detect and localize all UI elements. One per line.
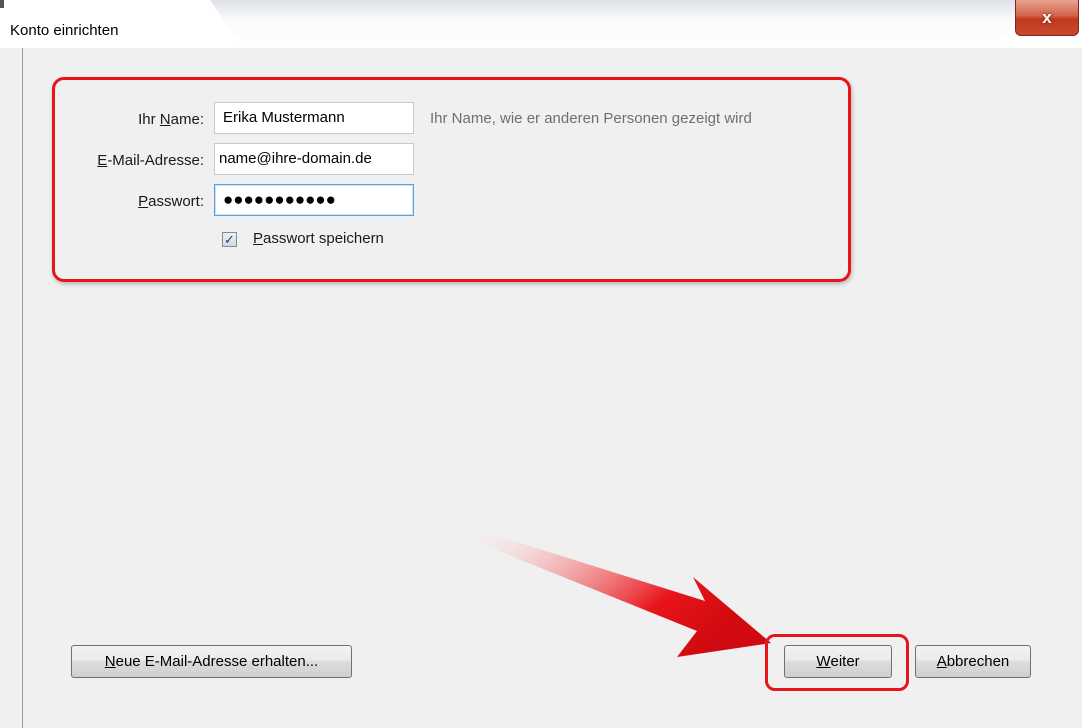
save-password-label[interactable]: Passwort speichern (253, 230, 384, 247)
window-frame-left (0, 48, 22, 728)
name-hint: Ihr Name, wie er anderen Personen gezeig… (430, 110, 752, 127)
password-input[interactable]: ●●●●●●●●●●● (214, 184, 414, 216)
title-bar-glass (210, 0, 1030, 48)
password-input-value: ●●●●●●●●●●● (223, 190, 336, 209)
password-label-accel: P (138, 193, 149, 210)
name-label-post: ame: (170, 111, 204, 128)
new-email-address-button[interactable]: Neue E-Mail-Adresse erhalten... (71, 645, 352, 678)
red-arrow-icon (459, 525, 771, 657)
email-input-value: name@ihre-domain.de (219, 150, 372, 167)
next-accel: W (816, 653, 831, 670)
save-password-post: asswort speichern (263, 230, 384, 247)
window-title: Konto einrichten (10, 22, 119, 39)
save-password-accel: P (253, 230, 264, 247)
next-label: eiter (830, 653, 860, 670)
close-icon: x (1042, 7, 1052, 27)
cancel-accel: A (936, 653, 947, 670)
content-border (22, 48, 23, 728)
title-bar (0, 0, 1082, 48)
password-label-post: asswort: (148, 193, 204, 210)
email-label-post: -Mail-Adresse: (107, 152, 204, 169)
new-email-label: eue E-Mail-Adresse erhalten... (115, 653, 319, 670)
name-label-accel: N (159, 111, 171, 128)
email-label-accel: E (97, 152, 108, 169)
new-email-accel: N (104, 653, 116, 670)
window-corner (0, 0, 4, 8)
name-input-value: Erika Mustermann (223, 109, 345, 126)
form-highlight-annotation (52, 77, 851, 282)
name-label-pre: Ihr (138, 111, 160, 128)
email-label: E-Mail-Adresse: (14, 151, 204, 171)
name-label: Ihr Name: (14, 110, 204, 130)
close-button[interactable]: x (1015, 0, 1079, 36)
checkmark-icon: ✓ (224, 232, 235, 247)
save-password-checkbox[interactable]: ✓ (222, 232, 237, 247)
cancel-button[interactable]: Abbrechen (915, 645, 1031, 678)
password-label: Passwort: (14, 192, 204, 212)
email-input[interactable]: name@ihre-domain.de (214, 143, 414, 175)
cancel-label: bbrechen (946, 653, 1010, 670)
name-input[interactable]: Erika Mustermann (214, 102, 414, 134)
next-button[interactable]: Weiter (784, 645, 892, 678)
